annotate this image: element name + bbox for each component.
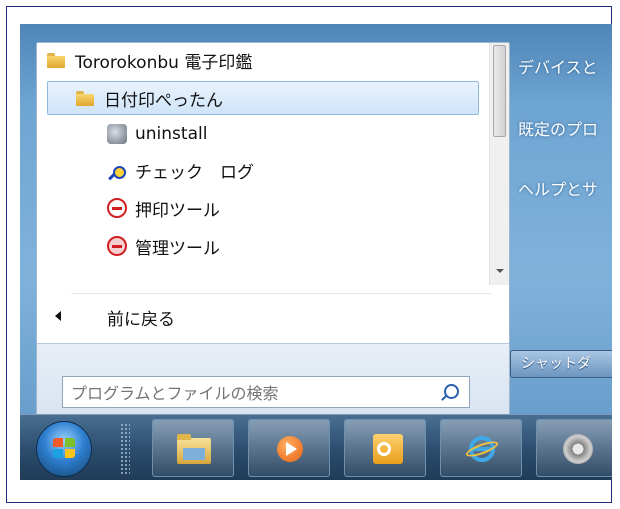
program-item-admin-tool[interactable]: 管理ツール [37,229,489,263]
back-label: 前に戻る [107,310,175,330]
file-explorer-icon [175,430,213,468]
windows-logo-icon [53,438,77,460]
program-label: Tororokonbu 電子印鑑 [75,52,253,73]
program-item-uninstall[interactable]: uninstall [37,117,489,151]
divider [71,293,491,294]
taskbar-gripper[interactable] [120,423,130,475]
programs-panel: Tororokonbu 電子印鑑 日付印ぺったん uninstall チェック … [36,42,510,440]
programs-scrollbar[interactable] [489,43,509,285]
program-label: チェック ログ [135,162,254,183]
right-item-devices[interactable]: デバイスと [518,54,612,78]
taskbar-button-ie[interactable] [440,419,522,477]
taskbar-button-media-player[interactable] [248,419,330,477]
back-button[interactable]: 前に戻る [37,299,489,333]
check-log-icon [107,160,127,180]
program-folder-tororokonbu[interactable]: Tororokonbu 電子印鑑 [37,43,489,77]
film-reel-icon [559,430,597,468]
search-input[interactable] [69,379,423,407]
right-item-help[interactable]: ヘルプとサ [518,176,612,200]
scrollbar-thumb[interactable] [493,45,506,137]
program-label: 日付印ぺったん [104,90,223,111]
folder-icon [76,91,94,106]
search-icon[interactable] [444,384,459,399]
program-item-check-log[interactable]: チェック ログ [37,153,489,187]
taskbar-button-explorer[interactable] [152,419,234,477]
programs-list: Tororokonbu 電子印鑑 日付印ぺったん uninstall チェック … [37,43,489,285]
back-arrow-icon [55,311,61,321]
media-player-icon [271,430,309,468]
shutdown-button[interactable]: シャットダ [510,350,612,378]
internet-explorer-icon [463,430,501,468]
uninstall-icon [107,124,127,144]
right-item-default-programs[interactable]: 既定のプロ [518,116,612,140]
folder-icon [47,53,65,68]
scroll-down-arrow-icon[interactable] [496,269,504,273]
program-folder-hizukein[interactable]: 日付印ぺったん [47,81,479,115]
admin-stamp-icon [107,236,127,256]
taskbar-button-outlook[interactable] [344,419,426,477]
taskbar-button-movie-maker[interactable] [536,419,612,477]
outlook-icon [367,430,405,468]
program-item-stamp-tool[interactable]: 押印ツール [37,191,489,225]
stamp-icon [107,198,127,218]
program-label: 押印ツール [135,200,220,221]
program-label: uninstall [135,124,208,144]
search-box[interactable] [62,376,470,408]
taskbar [20,414,612,480]
program-label: 管理ツール [135,238,220,259]
start-menu-background: Tororokonbu 電子印鑑 日付印ぺったん uninstall チェック … [20,24,612,480]
start-button[interactable] [36,421,92,477]
right-panel: デバイスと 既定のプロ ヘルプとサ シャットダ [510,24,612,480]
